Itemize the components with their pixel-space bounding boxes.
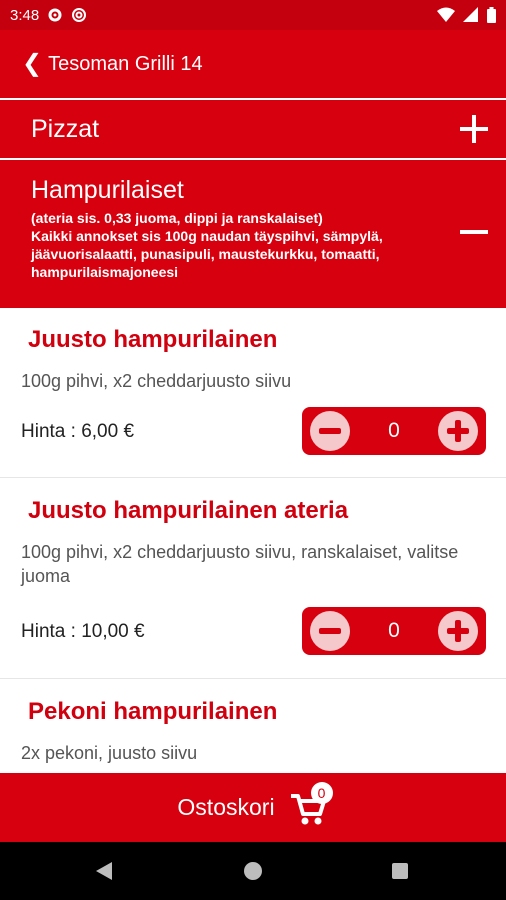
wifi-icon [437, 7, 455, 22]
nav-home-icon[interactable] [244, 862, 262, 880]
cart-count-badge: 0 [310, 781, 333, 804]
status-time: 3:48 [10, 6, 40, 24]
quantity-stepper: 0 [302, 607, 486, 655]
product-description: 2x pekoni, juusto siivu [21, 743, 198, 763]
quantity-value: 0 [388, 419, 400, 442]
minus-icon[interactable] [460, 218, 488, 246]
product-item: Pekoni hampurilainen 2x pekoni, juusto s… [0, 680, 506, 775]
product-item: Juusto hampurilainen 100g pihvi, x2 ched… [0, 308, 506, 478]
category-description-line: Kaikki annokset sis 100g naudan täyspihv… [31, 228, 383, 280]
battery-icon [487, 7, 496, 23]
decrease-button[interactable] [310, 611, 350, 651]
category-description-line: (ateria sis. 0,33 juoma, dippi ja ranska… [31, 210, 323, 226]
product-name: Pekoni hampurilainen [28, 698, 278, 725]
category-pizzat[interactable]: Pizzat [0, 100, 506, 158]
cart-label: Ostoskori [177, 794, 275, 820]
product-name: Juusto hampurilainen [28, 326, 278, 353]
status-bar: 3:48 [0, 0, 506, 30]
back-chevron-icon[interactable]: ❮ [22, 52, 42, 76]
product-description: 100g pihvi, x2 cheddarjuusto siivu [21, 371, 292, 391]
status-right [437, 7, 496, 23]
increase-button[interactable] [438, 411, 478, 451]
back-button[interactable]: ❮ Tesoman Grilli 14 [22, 52, 203, 76]
increase-button[interactable] [438, 611, 478, 651]
settings-icon [48, 8, 62, 22]
signal-icon [463, 7, 478, 22]
decrease-button[interactable] [310, 411, 350, 451]
product-price: Hinta : 10,00 € [21, 621, 145, 642]
status-left: 3:48 [10, 7, 87, 24]
product-item: Juusto hampurilainen ateria 100g pihvi, … [0, 479, 506, 679]
product-description: 100g pihvi, x2 cheddarjuusto siivu, rans… [21, 542, 459, 586]
product-price: Hinta : 6,00 € [21, 421, 135, 442]
plus-icon[interactable] [460, 115, 488, 143]
category-hampurilaiset[interactable]: Hampurilaiset (ateria sis. 0,33 juoma, d… [0, 160, 506, 308]
quantity-stepper: 0 [302, 407, 486, 455]
quantity-value: 0 [388, 619, 400, 642]
cart-button[interactable]: Ostoskori 0 [0, 773, 506, 842]
nav-back-icon[interactable] [96, 862, 112, 880]
page-title: Tesoman Grilli 14 [48, 52, 203, 75]
nav-recents-icon[interactable] [392, 863, 408, 879]
category-description: (ateria sis. 0,33 juoma, dippi ja ranska… [31, 209, 441, 281]
cart-icon-wrap: 0 [289, 781, 333, 828]
system-nav-bar [0, 842, 506, 900]
category-title: Hampurilaiset [31, 176, 184, 204]
at-icon [72, 8, 87, 22]
category-title: Pizzat [31, 114, 100, 143]
app-bar: ❮ Tesoman Grilli 14 [0, 30, 506, 98]
product-name: Juusto hampurilainen ateria [28, 497, 349, 524]
